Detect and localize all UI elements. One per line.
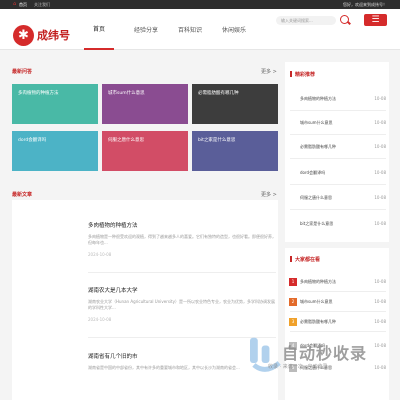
search-icon[interactable] bbox=[340, 15, 349, 24]
articles-more-link[interactable]: 更多 > bbox=[261, 191, 277, 198]
article-desc: 湖南农业大学（Hunan Agricultural University）是一所… bbox=[88, 299, 275, 310]
recommend-item-label[interactable]: 城市sum什么意思 bbox=[300, 120, 333, 125]
article-item[interactable]: 多肉植物的种植方法 多肉植物是一种很受欢迎的观植，得到了越来越多人的喜爱。它们有… bbox=[88, 221, 276, 257]
rank-number-badge: 1 bbox=[289, 278, 297, 286]
hot-card[interactable]: 多肉植物的种植方法 bbox=[12, 84, 98, 124]
main-nav: 首页 经验分享 百科知识 休闲娱乐 bbox=[82, 9, 266, 50]
recommend-item[interactable]: 多肉植物的种植方法 10-08 bbox=[300, 96, 388, 104]
rank-item[interactable]: 多肉植物的种植方法 10-08 bbox=[300, 279, 388, 287]
recommend-item-date: 10-08 bbox=[374, 144, 386, 149]
hot-more-link[interactable]: 更多 > bbox=[261, 68, 277, 75]
site-logo[interactable]: ✱ 成纬号 bbox=[13, 24, 70, 46]
article-date: 2024-10-08 bbox=[88, 252, 112, 257]
menu-icon[interactable]: ☰ bbox=[364, 14, 387, 26]
rank-item[interactable]: 必需脂肪酸有哪几种 10-08 bbox=[300, 319, 388, 327]
recommend-item-date: 10-08 bbox=[374, 221, 386, 226]
hot-card[interactable]: bit之家是什么意思 bbox=[192, 131, 278, 171]
recommend-item-date: 10-08 bbox=[374, 96, 386, 101]
divider bbox=[290, 110, 386, 111]
rank-item-label[interactable]: 必需脂肪酸有哪几种 bbox=[300, 319, 336, 324]
recommend-panel bbox=[285, 62, 389, 242]
recommend-item-date: 10-08 bbox=[374, 120, 386, 125]
watermark-text: 自动秒收录 bbox=[282, 344, 368, 363]
recommend-item-label[interactable]: 多肉植物的种植方法 bbox=[300, 96, 336, 101]
rank-item-date: 10-08 bbox=[374, 299, 386, 304]
nav-item-leisure[interactable]: 休闲娱乐 bbox=[222, 9, 246, 50]
logo-badge-icon: ✱ bbox=[13, 24, 34, 46]
article-date: 2024-10-08 bbox=[88, 317, 112, 322]
recommend-item[interactable]: 必需脂肪酸有哪几种 10-08 bbox=[300, 144, 388, 152]
rank-item-date: 10-08 bbox=[374, 279, 386, 284]
recommend-item[interactable]: bit之家是什么意思 10-08 bbox=[300, 221, 388, 229]
article-divider bbox=[88, 272, 276, 273]
recommend-item-date: 10-08 bbox=[374, 195, 386, 200]
article-desc: 多肉植物是一种很受欢迎的观植，得到了越来越多人的喜爱。它们有独特的造型，也很好看… bbox=[88, 234, 276, 245]
recommend-item-label[interactable]: 必需脂肪酸有哪几种 bbox=[300, 144, 336, 149]
articles-section-title: 最新文章 bbox=[12, 192, 33, 198]
article-title[interactable]: 湖南农大是几本大学 bbox=[88, 286, 276, 294]
nav-item-experience[interactable]: 经验分享 bbox=[134, 9, 158, 50]
rank-item-label[interactable]: 城市sum什么意思 bbox=[300, 299, 333, 304]
rank-number-badge: 3 bbox=[289, 318, 297, 326]
home-icon[interactable]: ⌂ bbox=[13, 2, 18, 7]
search-input[interactable]: 输入关键词搜索... bbox=[276, 16, 336, 25]
hot-card[interactable]: 伺服之唐什么意思 bbox=[102, 131, 188, 171]
divider bbox=[290, 291, 386, 292]
watermark-subtext: 收录 · 来访一次 · 自动收录 bbox=[268, 364, 328, 370]
hot-section-title: 最新问答 bbox=[12, 69, 33, 75]
greeting-text: 您好，欢迎来到成纬号！ bbox=[343, 2, 387, 7]
article-title[interactable]: 多肉植物的种植方法 bbox=[88, 221, 276, 229]
recommend-item-date: 10-08 bbox=[374, 170, 386, 175]
recommend-item[interactable]: dord会翻译吗 10-08 bbox=[300, 170, 388, 178]
top-bar: ⌂ 首页 关注我们 您好，欢迎来到成纬号！ bbox=[0, 0, 400, 9]
divider bbox=[290, 134, 386, 135]
divider bbox=[290, 209, 386, 210]
hot-card[interactable]: dord会翻译吗 bbox=[12, 131, 98, 171]
recommend-item-label[interactable]: 伺服之唐什么意思 bbox=[300, 195, 332, 200]
recommend-item-label[interactable]: bit之家是什么意思 bbox=[300, 221, 333, 226]
hot-card[interactable]: 城市sum什么意思 bbox=[102, 84, 188, 124]
nav-item-encyclopedia[interactable]: 百科知识 bbox=[178, 9, 202, 50]
article-list: 多肉植物的种植方法 多肉植物是一种很受欢迎的观植，得到了越来越多人的喜爱。它们有… bbox=[12, 200, 278, 400]
recommend-title-bar bbox=[290, 71, 292, 77]
logo-text: 成纬号 bbox=[37, 29, 70, 42]
home-link[interactable]: 首页 bbox=[19, 2, 27, 8]
divider bbox=[290, 311, 386, 312]
follow-link[interactable]: 关注我们 bbox=[34, 2, 50, 8]
rank-item-date: 10-08 bbox=[374, 319, 386, 324]
recommend-item[interactable]: 伺服之唐什么意思 10-08 bbox=[300, 195, 388, 203]
rank-item[interactable]: 城市sum什么意思 10-08 bbox=[300, 299, 388, 307]
recommend-item[interactable]: 城市sum什么意思 10-08 bbox=[300, 120, 388, 128]
nav-item-home[interactable]: 首页 bbox=[84, 9, 115, 50]
divider bbox=[290, 184, 386, 185]
recommend-title: 精彩推荐 bbox=[295, 72, 316, 78]
hot-card[interactable]: 必需脂肪酸有哪几种 bbox=[192, 84, 278, 124]
rank-title-bar bbox=[290, 256, 292, 262]
rank-number-badge: 2 bbox=[289, 298, 297, 306]
article-item[interactable]: 湖南农大是几本大学 湖南农业大学（Hunan Agricultural Univ… bbox=[88, 286, 276, 322]
recommend-item-label[interactable]: dord会翻译吗 bbox=[300, 170, 325, 175]
rank-item-label[interactable]: 多肉植物的种植方法 bbox=[300, 279, 336, 284]
rank-title: 大家都在看 bbox=[295, 257, 321, 263]
divider bbox=[290, 158, 386, 159]
